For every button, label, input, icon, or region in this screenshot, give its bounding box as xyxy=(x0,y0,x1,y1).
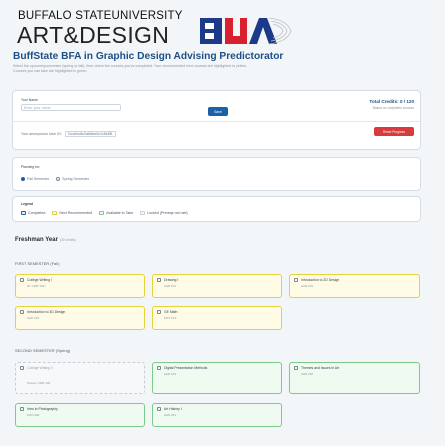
divider xyxy=(13,121,420,122)
planning-card: Planning for: Fall Semester Spring Semes… xyxy=(12,157,421,191)
subtitle-line-2: Courses you can take are highlighted in … xyxy=(13,69,88,73)
course-title: College Writing II xyxy=(27,366,53,370)
course-checkbox[interactable] xyxy=(157,407,161,411)
logo-top-text: BUFFALO STATEUNIVERSITY xyxy=(18,10,183,22)
year-credits: (30 credits) xyxy=(59,238,76,242)
course-card[interactable]: College Writing I ID: CWP 101* xyxy=(15,274,145,298)
course-title: Drawing I xyxy=(164,278,179,282)
user-id-row: Your anonymous User ID: f1ca0cc8c0a6dbe0… xyxy=(21,131,116,137)
legend-completed-label: Completed xyxy=(28,211,46,215)
legend-locked-label: Locked (Prereqs not met) xyxy=(147,211,188,215)
course-checkbox[interactable] xyxy=(20,310,24,314)
spring-radio[interactable]: Spring Semester xyxy=(56,177,89,182)
course-title: Themes and Issues in Art xyxy=(301,366,340,370)
spring-radio-icon xyxy=(56,177,61,182)
logo: BUFFALO STATEUNIVERSITY ART&DESIGN xyxy=(13,8,432,50)
available-swatch xyxy=(99,211,105,216)
course-checkbox[interactable] xyxy=(294,366,298,370)
course-card[interactable]: Introduction to 3D Design AAD 103 xyxy=(15,306,145,330)
year-heading: Freshman Year (30 credits) xyxy=(15,237,76,243)
planning-label: Planning for: xyxy=(21,165,41,169)
course-code: AAD 102 xyxy=(301,284,314,288)
legend-locked: Locked (Prereqs not met) xyxy=(140,211,188,216)
course-card[interactable]: College Writing II Prereq: CWP 101 xyxy=(15,362,145,394)
legend-available: Available to Take xyxy=(99,211,134,216)
course-code: AAD 104 xyxy=(164,372,177,376)
course-title: Art History I xyxy=(164,407,182,411)
course-title: Intro to Photography xyxy=(27,407,58,411)
controls-card: Your Name Enter your name Save Total Cre… xyxy=(12,90,421,150)
legend-available-label: Available to Take xyxy=(106,211,134,215)
locked-swatch xyxy=(140,211,146,216)
year-title: Freshman Year xyxy=(15,237,58,243)
reset-progress-button[interactable]: Reset Progress xyxy=(374,127,414,136)
course-checkbox[interactable] xyxy=(20,366,24,370)
completed-swatch xyxy=(21,211,26,216)
course-card[interactable]: Digital Presentation Methods AAD 104 xyxy=(152,362,282,394)
name-label: Your Name xyxy=(21,98,38,102)
legend-completed: Completed xyxy=(21,211,46,216)
user-id-value: f1ca0cc8c0a6dbe0c1c5e8f1 xyxy=(65,131,116,137)
legend-next: Next Recommended xyxy=(52,211,93,216)
bua-logo-icon xyxy=(200,17,292,45)
planning-options: Fall Semester Spring Semester xyxy=(21,177,89,182)
legend-title: Legend xyxy=(21,202,34,206)
course-code: Prereq: CWP 101 xyxy=(27,381,51,385)
course-code: AAD 251 xyxy=(164,413,177,417)
legend-next-label: Next Recommended xyxy=(59,211,93,215)
logo-main-text: ART&DESIGN xyxy=(17,22,170,48)
course-card[interactable]: GE Math MAT 1XX xyxy=(152,306,282,330)
course-card[interactable]: Drawing I AAD 101 xyxy=(152,274,282,298)
course-card[interactable]: Art History I AAD 251 xyxy=(152,403,282,427)
name-placeholder: Enter your name xyxy=(24,106,51,110)
course-checkbox[interactable] xyxy=(20,407,24,411)
name-input[interactable]: Enter your name xyxy=(21,104,121,111)
total-credits: Total Credits: 0 / 120 xyxy=(369,99,414,104)
next-swatch xyxy=(52,211,58,216)
course-checkbox[interactable] xyxy=(157,278,161,282)
app-subtitle: Select the upcoming semester (spring or … xyxy=(13,64,423,74)
app-title: BuffState BFA in Graphic Design Advising… xyxy=(13,51,284,62)
course-title: Introduction to 2D Design xyxy=(301,278,340,282)
course-title: College Writing I xyxy=(27,278,52,282)
course-code: AAD 101 xyxy=(164,284,177,288)
course-title: Introduction to 3D Design xyxy=(27,310,66,314)
course-checkbox[interactable] xyxy=(20,278,24,282)
course-title: Digital Presentation Methods xyxy=(164,366,208,370)
course-code: PHO 200 xyxy=(27,413,40,417)
credits-subtext: Based on completed courses xyxy=(372,106,414,110)
course-title: GE Math xyxy=(164,310,178,314)
course-checkbox[interactable] xyxy=(157,366,161,370)
spring-semester-heading: SECOND SEMESTER (Spring) xyxy=(15,349,71,353)
course-card[interactable]: Themes and Issues in Art AAD 150 xyxy=(289,362,420,394)
legend-items: Completed Next Recommended Available to … xyxy=(21,211,188,216)
legend-card: Legend Completed Next Recommended Availa… xyxy=(12,196,421,222)
course-code: MAT 1XX xyxy=(164,316,177,320)
fall-radio-label: Fall Semester xyxy=(27,177,50,181)
course-code: AAD 103 xyxy=(27,316,40,320)
save-button[interactable]: Save xyxy=(208,107,228,116)
page: BUFFALO STATEUNIVERSITY ART&DESIGN BuffS… xyxy=(0,0,445,446)
course-code: ID: CWP 101* xyxy=(27,284,46,288)
fall-radio-icon xyxy=(21,177,25,182)
course-code: AAD 150 xyxy=(301,372,314,376)
user-id-label: Your anonymous User ID: xyxy=(21,132,63,136)
course-checkbox[interactable] xyxy=(294,278,298,282)
spring-radio-label: Spring Semester xyxy=(62,177,89,181)
fall-radio[interactable]: Fall Semester xyxy=(21,177,50,182)
course-card[interactable]: Intro to Photography PHO 200 xyxy=(15,403,145,427)
course-card[interactable]: Introduction to 2D Design AAD 102 xyxy=(289,274,420,298)
fall-semester-heading: FIRST SEMESTER (Fall) xyxy=(15,262,60,266)
course-checkbox[interactable] xyxy=(157,310,161,314)
